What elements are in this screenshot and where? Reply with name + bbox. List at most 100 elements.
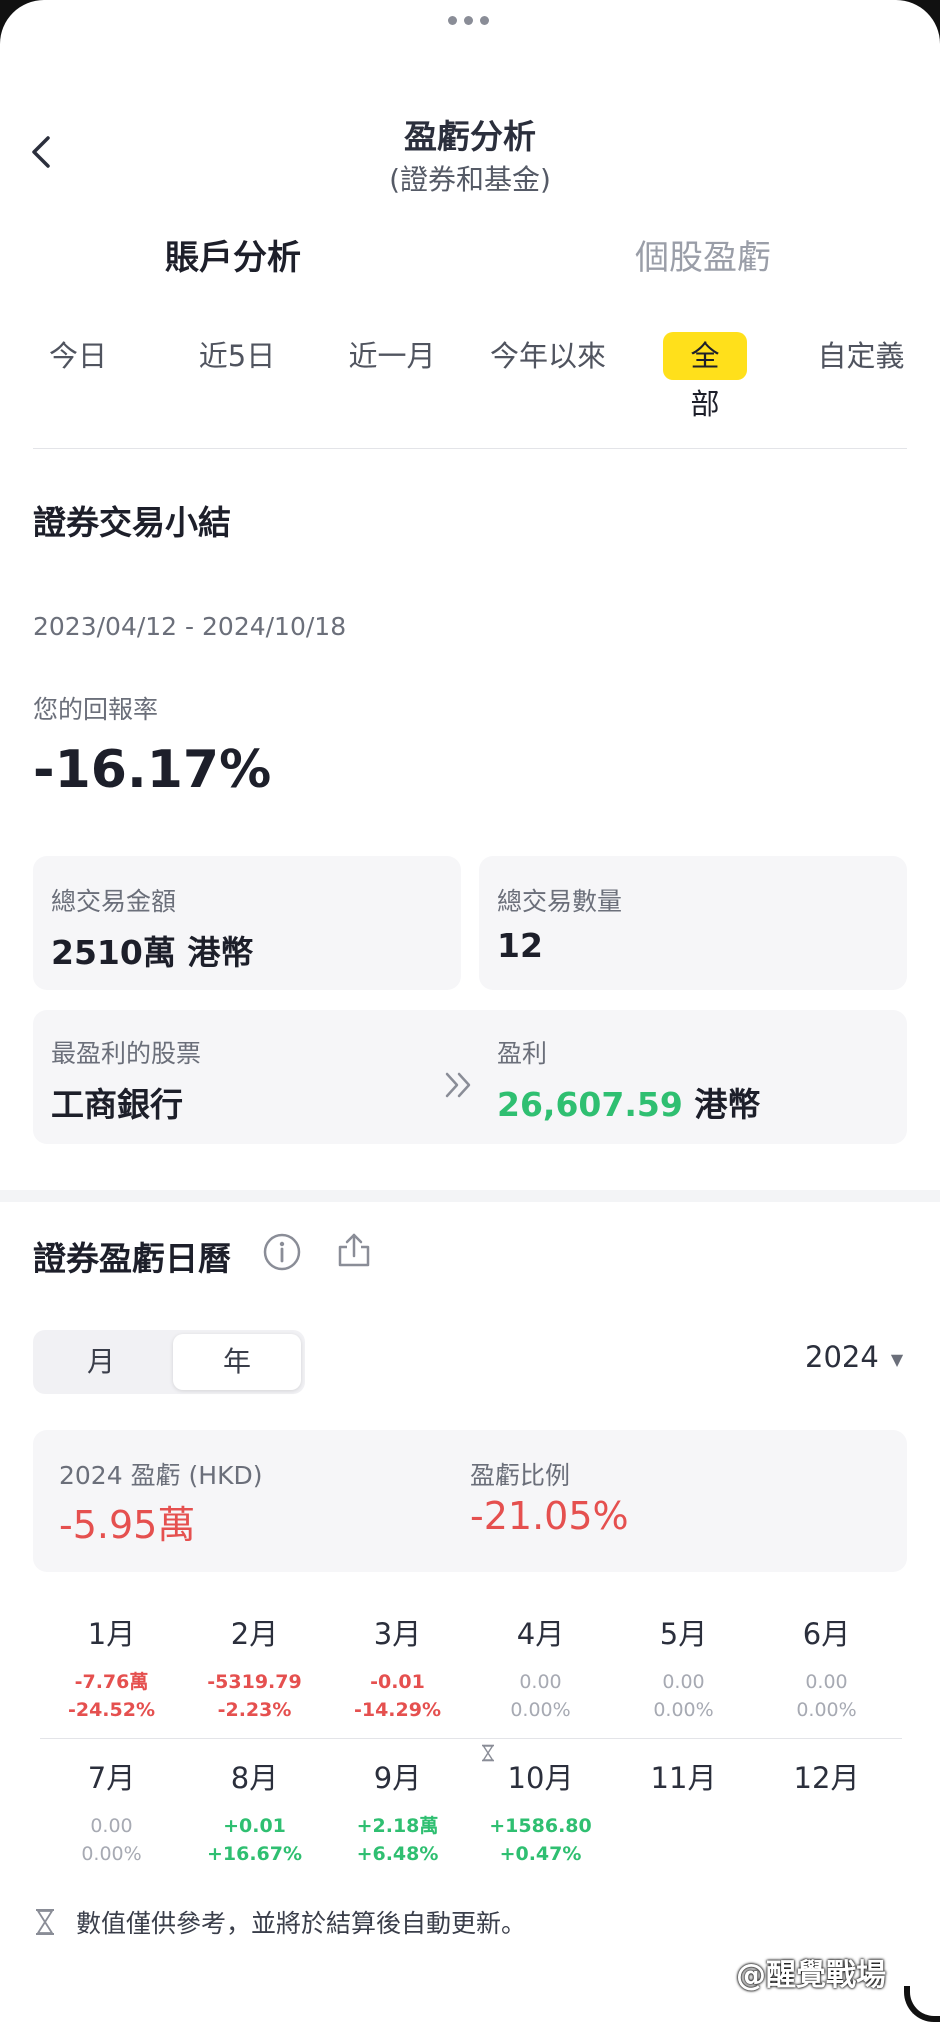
segment-year[interactable]: 年 bbox=[173, 1334, 301, 1390]
month-cell-jul[interactable]: 7月 0.00 0.00% bbox=[40, 1758, 183, 1868]
month-percent: 0.00% bbox=[796, 1699, 857, 1721]
month-cell-apr[interactable]: 4月 0.00 0.00% bbox=[469, 1614, 612, 1724]
summary-title: 證券交易小結 bbox=[33, 503, 231, 542]
month-percent: +6.48% bbox=[356, 1843, 439, 1865]
hourglass-icon bbox=[36, 1909, 54, 1935]
total-count-value: 12 bbox=[497, 926, 543, 965]
month-cell-jun[interactable]: 6月 0.00 0.00% bbox=[755, 1614, 898, 1724]
month-name: 5月 bbox=[659, 1617, 708, 1651]
month-name: 6月 bbox=[802, 1617, 851, 1651]
month-cell-dec[interactable]: 12月 bbox=[755, 1758, 898, 1798]
caret-down-icon: ▼ bbox=[890, 1349, 904, 1369]
profit-label: 盈利 bbox=[497, 1039, 548, 1068]
tab-account-analysis[interactable]: 賬戶分析 bbox=[165, 230, 301, 279]
month-name: 10月 bbox=[507, 1761, 574, 1795]
month-value: +2.18萬 bbox=[356, 1815, 439, 1837]
ratio-value: -21.05% bbox=[470, 1494, 629, 1538]
month-name: 11月 bbox=[650, 1761, 717, 1795]
share-button[interactable] bbox=[334, 1230, 374, 1270]
share-icon bbox=[338, 1233, 370, 1267]
total-count-label: 總交易數量 bbox=[497, 887, 623, 916]
year-value: 2024 bbox=[805, 1340, 879, 1374]
month-cell-aug[interactable]: 8月 +0.01 +16.67% bbox=[183, 1758, 326, 1868]
top-stock-value: 工商銀行 bbox=[51, 1085, 183, 1124]
period-5d[interactable]: 近5日 bbox=[194, 332, 280, 380]
app-screen: 盈虧分析 (證券和基金) 賬戶分析 個股盈虧 今日 近5日 近一月 今年以來 全… bbox=[0, 0, 940, 2022]
month-percent: +16.67% bbox=[206, 1843, 303, 1865]
calendar-title: 證券盈虧日曆 bbox=[33, 1239, 231, 1278]
period-custom[interactable]: 自定義 bbox=[816, 332, 906, 380]
period-all[interactable]: 全部 bbox=[663, 332, 747, 421]
grabber-dot bbox=[448, 16, 457, 25]
month-value: 0.00 bbox=[90, 1815, 133, 1837]
return-value: -16.17% bbox=[33, 740, 272, 800]
month-percent: -2.23% bbox=[217, 1699, 292, 1721]
page-subtitle: (證券和基金) bbox=[389, 163, 551, 196]
watermark: @醒覺戰場 bbox=[736, 1958, 886, 1993]
month-value: -7.76萬 bbox=[74, 1671, 149, 1693]
month-name: 7月 bbox=[87, 1761, 136, 1795]
month-value: 0.00 bbox=[805, 1671, 848, 1693]
divider bbox=[33, 448, 907, 449]
month-cell-nov[interactable]: 11月 bbox=[612, 1758, 755, 1798]
total-amount-value: 2510萬 港幣 bbox=[51, 933, 254, 972]
month-value: +1586.80 bbox=[489, 1815, 592, 1837]
period-ytd[interactable]: 今年以來 bbox=[490, 332, 606, 380]
year-dropdown[interactable]: 2024 ▼ bbox=[805, 1340, 903, 1374]
corner-decoration bbox=[904, 1986, 940, 2022]
footnote: 數值僅供參考，並將於結算後自動更新。 bbox=[76, 1909, 527, 1938]
ratio-label: 盈虧比例 bbox=[470, 1461, 571, 1490]
double-chevron-right-icon bbox=[445, 1072, 471, 1098]
profit-value-row: 26,607.59 港幣 bbox=[497, 1078, 760, 1126]
month-cell-jan[interactable]: 1月 -7.76萬 -24.52% bbox=[40, 1614, 183, 1724]
month-cell-feb[interactable]: 2月 -5319.79 -2.23% bbox=[183, 1614, 326, 1724]
info-icon bbox=[263, 1233, 301, 1271]
grabber-dot bbox=[480, 16, 489, 25]
month-cell-sep[interactable]: 9月 +2.18萬 +6.48% bbox=[326, 1758, 469, 1868]
month-name: 9月 bbox=[373, 1761, 422, 1795]
grabber-dot bbox=[464, 16, 473, 25]
month-percent: -24.52% bbox=[67, 1699, 156, 1721]
page-title: 盈虧分析 bbox=[404, 117, 536, 156]
month-percent: -14.29% bbox=[353, 1699, 442, 1721]
main-tabs: 賬戶分析 個股盈虧 bbox=[0, 230, 940, 280]
month-name: 12月 bbox=[793, 1761, 860, 1795]
total-amount-card: 總交易金額 2510萬 港幣 bbox=[33, 856, 461, 990]
month-name: 2月 bbox=[230, 1617, 279, 1651]
month-name: 1月 bbox=[87, 1617, 136, 1651]
tab-stock-pnl[interactable]: 個股盈虧 bbox=[635, 230, 771, 279]
month-cell-may[interactable]: 5月 0.00 0.00% bbox=[612, 1614, 755, 1724]
month-value: -5319.79 bbox=[207, 1671, 302, 1693]
period-1m[interactable]: 近一月 bbox=[347, 332, 437, 380]
month-name: 8月 bbox=[230, 1761, 279, 1795]
date-range: 2023/04/12 - 2024/10/18 bbox=[33, 612, 347, 641]
month-grid-divider bbox=[40, 1738, 902, 1739]
month-year-toggle: 月 年 bbox=[33, 1330, 305, 1394]
section-separator bbox=[0, 1190, 940, 1202]
month-percent: 0.00% bbox=[81, 1843, 142, 1865]
month-value: -0.01 bbox=[370, 1671, 425, 1693]
month-cell-oct[interactable]: 10月 +1586.80 +0.47% bbox=[469, 1758, 612, 1868]
month-percent: 0.00% bbox=[510, 1699, 571, 1721]
month-percent: 0.00% bbox=[653, 1699, 714, 1721]
month-name: 3月 bbox=[373, 1617, 422, 1651]
info-button[interactable] bbox=[262, 1232, 302, 1272]
month-name: 4月 bbox=[516, 1617, 565, 1651]
year-pl-label: 2024 盈虧 (HKD) bbox=[59, 1461, 263, 1490]
month-cell-mar[interactable]: 3月 -0.01 -14.29% bbox=[326, 1614, 469, 1724]
period-today[interactable]: 今日 bbox=[48, 332, 108, 380]
profit-value: 26,607.59 bbox=[497, 1085, 683, 1124]
total-amount-label: 總交易金額 bbox=[51, 887, 177, 916]
sheet-grabber[interactable] bbox=[448, 16, 489, 25]
top-stock-label: 最盈利的股票 bbox=[51, 1039, 202, 1068]
month-value: 0.00 bbox=[662, 1671, 705, 1693]
year-pl-value: -5.95萬 bbox=[59, 1503, 196, 1547]
segment-month[interactable]: 月 bbox=[37, 1334, 165, 1390]
return-label: 您的回報率 bbox=[33, 695, 159, 724]
profit-currency: 港幣 bbox=[694, 1085, 761, 1124]
month-percent: +0.47% bbox=[499, 1843, 582, 1865]
period-filter: 今日 近5日 近一月 今年以來 全部 自定義 bbox=[0, 332, 940, 421]
total-count-card: 總交易數量 12 bbox=[479, 856, 907, 990]
month-value: 0.00 bbox=[519, 1671, 562, 1693]
month-value: +0.01 bbox=[223, 1815, 286, 1837]
